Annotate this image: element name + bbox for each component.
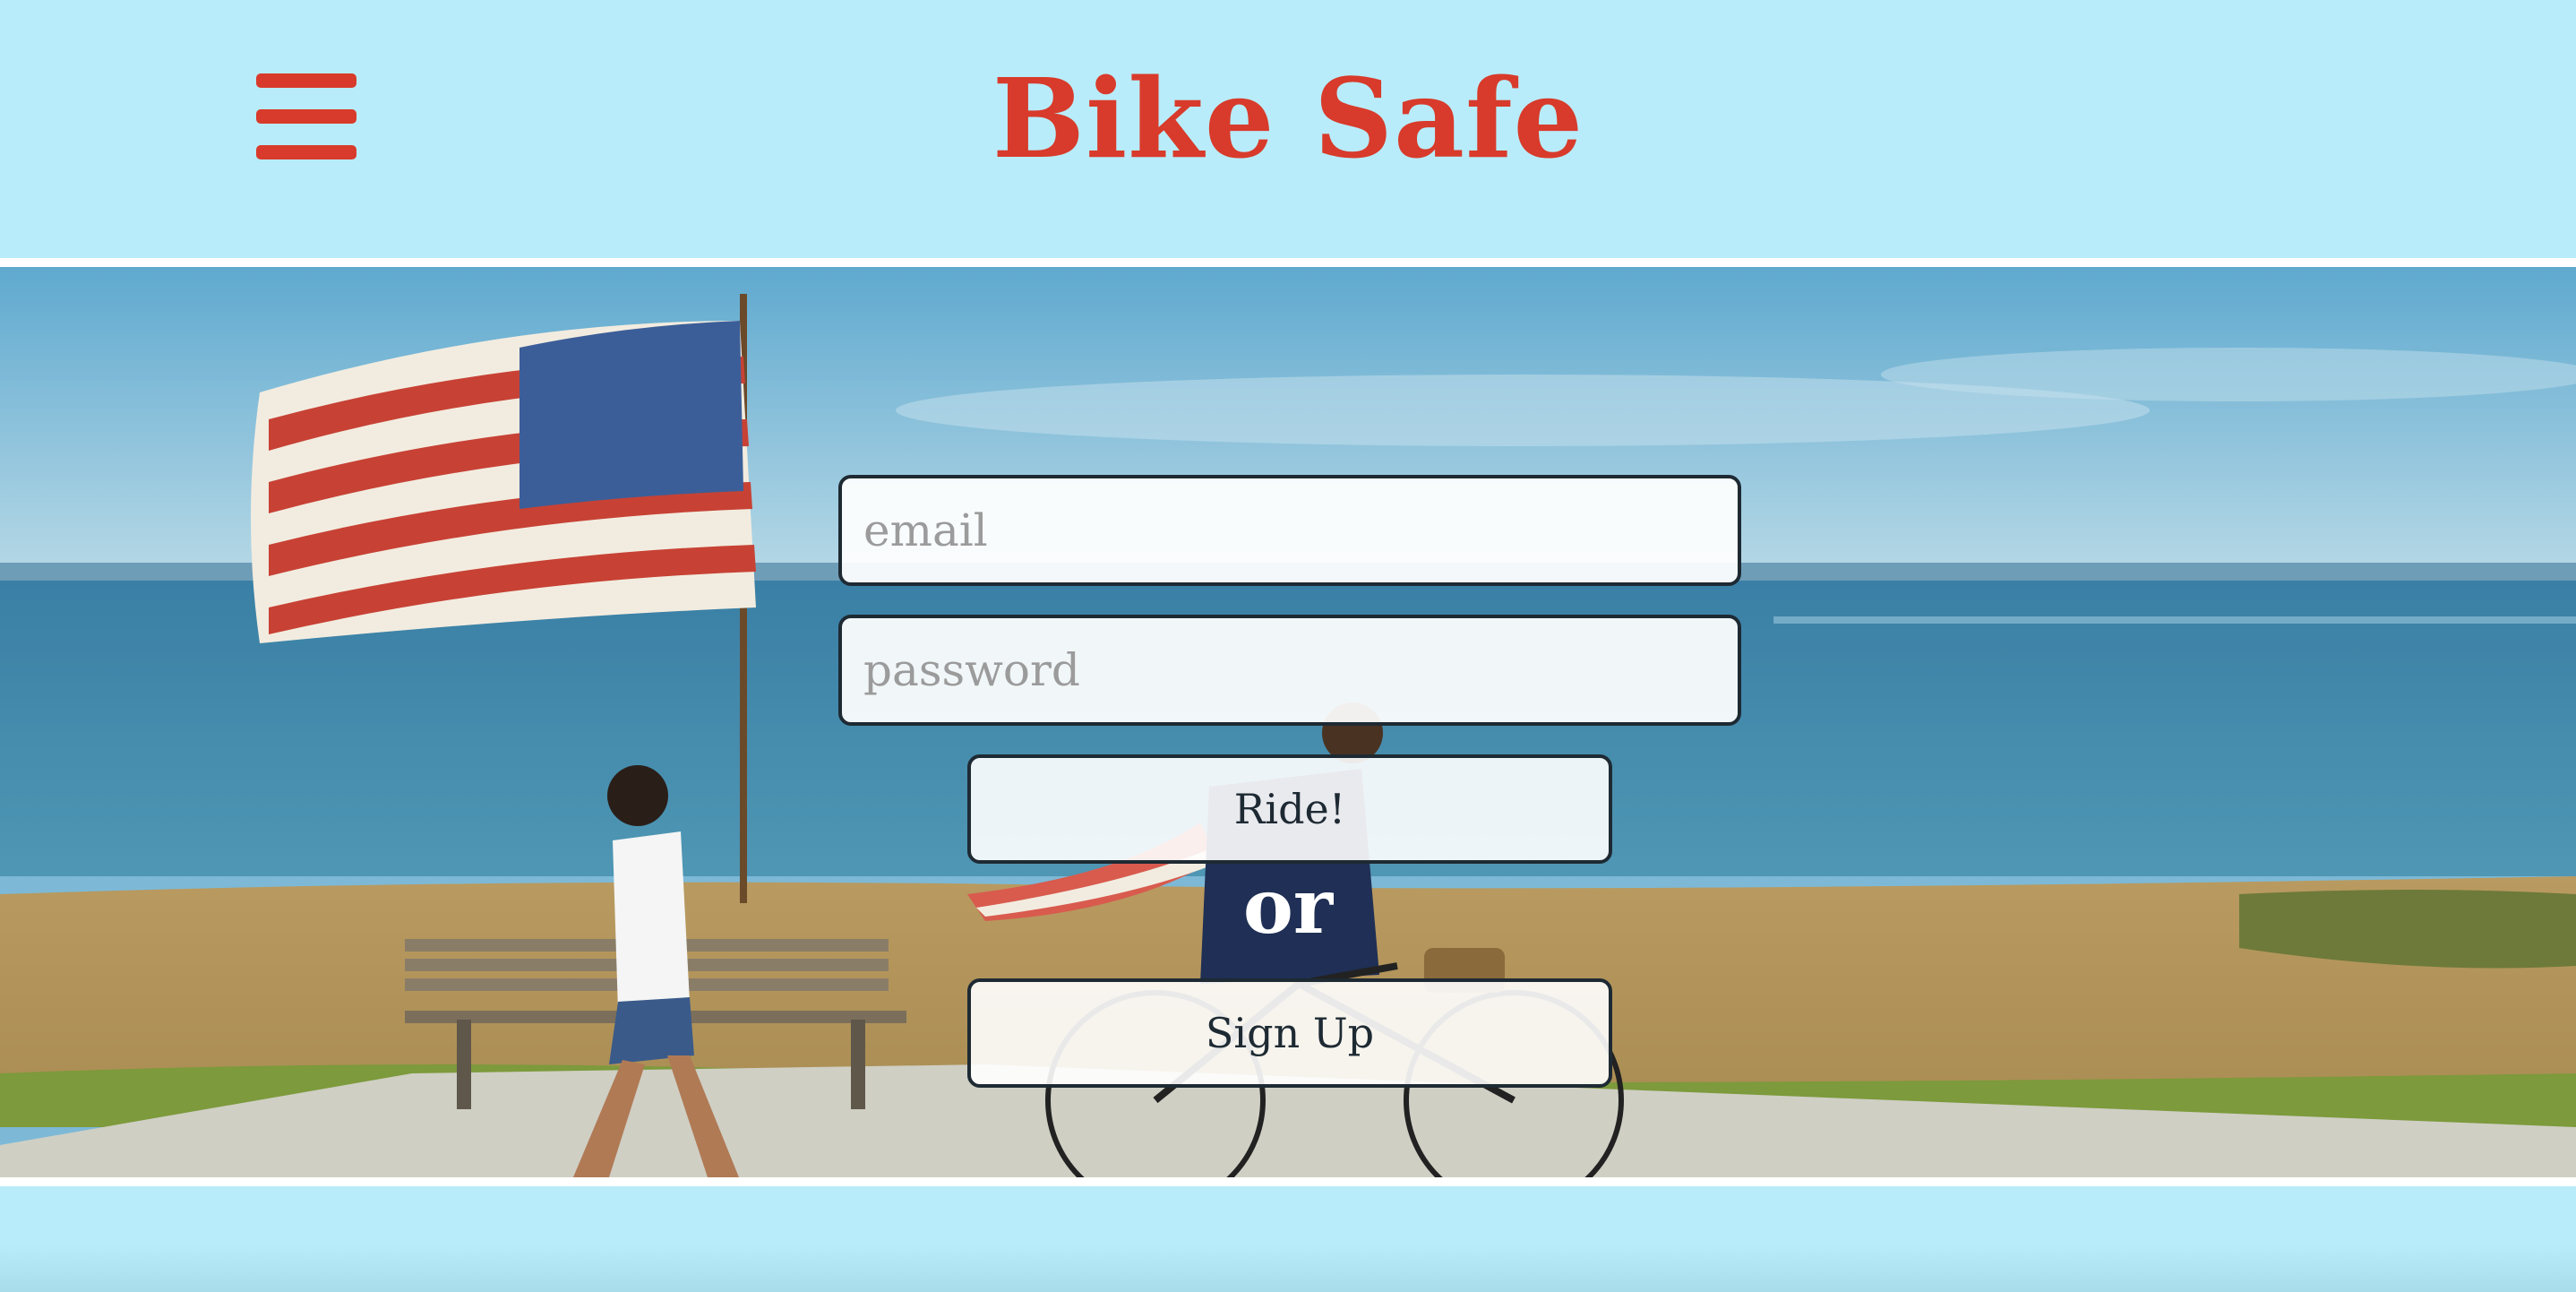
password-field[interactable] xyxy=(838,615,1741,726)
email-field[interactable] xyxy=(838,475,1741,586)
sign-up-button[interactable]: Sign Up xyxy=(967,978,1612,1088)
or-separator-text: or xyxy=(1242,862,1334,951)
footer-divider xyxy=(0,1177,2576,1186)
app-title: Bike Safe xyxy=(992,54,1584,183)
app-header: Bike Safe xyxy=(0,0,2576,258)
ride-button[interactable]: Ride! xyxy=(967,754,1612,864)
header-divider xyxy=(0,258,2576,267)
app-footer xyxy=(0,1186,2576,1292)
